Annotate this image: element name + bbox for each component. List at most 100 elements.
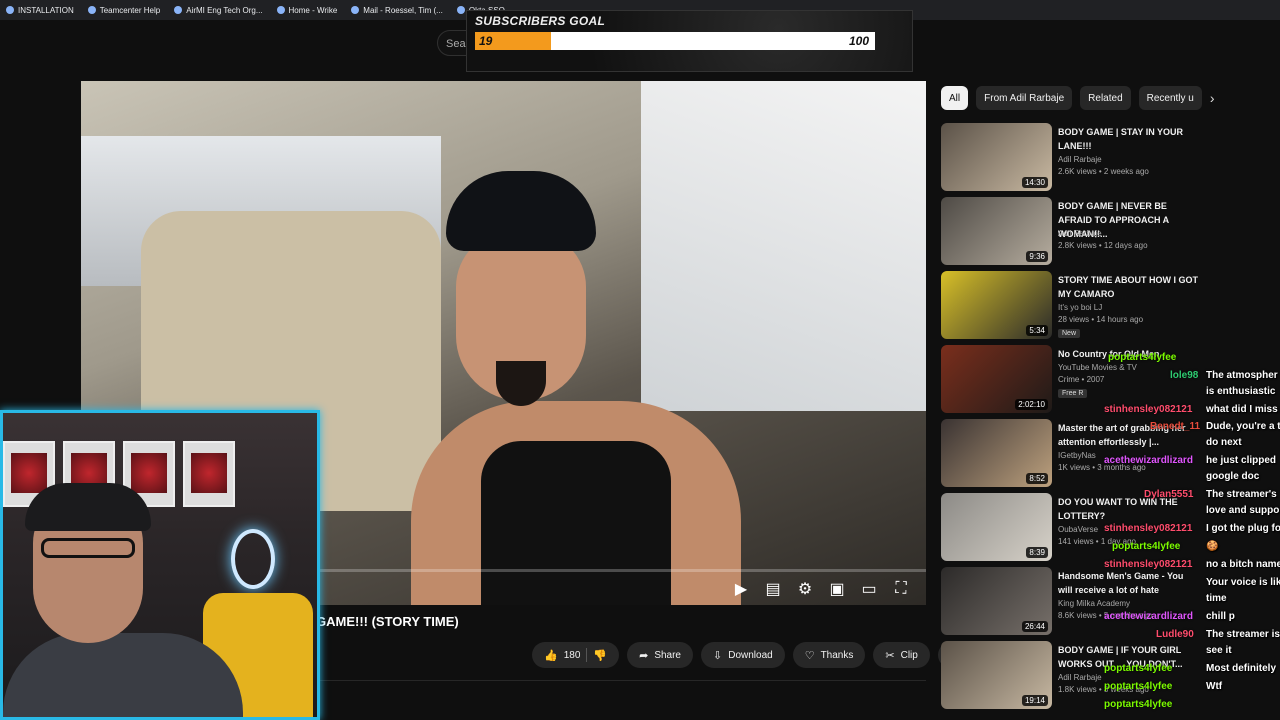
like-dislike-group: 👍 180 👎 — [532, 642, 620, 668]
chat-message: love and suppo — [1206, 505, 1280, 516]
video-thumbnail[interactable]: 26:44 — [941, 567, 1052, 635]
chat-username: poptarts4lyfee — [1104, 663, 1173, 674]
settings-gear-icon[interactable]: ⚙ — [796, 579, 814, 599]
streamer-hoodie — [3, 633, 243, 717]
thumbs-up-icon[interactable]: 👍 — [544, 649, 558, 662]
chat-username: Ludle90 — [1156, 629, 1194, 640]
recommendation-item[interactable]: 14:30 BODY GAME | STAY IN YOUR LANE!!! Adi… — [941, 123, 1201, 193]
check-icon — [276, 6, 285, 14]
like-count[interactable]: 180 — [564, 650, 581, 661]
chip-1[interactable]: From Adil Rarbaje — [976, 86, 1073, 110]
duration-badge: 2:02:10 — [1015, 399, 1048, 410]
chat-username: Benedt_11 — [1150, 421, 1201, 432]
thanks-heart-icon: ♡ — [804, 649, 815, 662]
download-label: Download — [728, 649, 773, 661]
chat-message: Your voice is lik — [1206, 577, 1280, 588]
bookmark-item[interactable]: Mail - Roessel, Tim (... — [351, 6, 443, 15]
video-badge: Free R — [1058, 389, 1088, 398]
grid-icon — [6, 6, 14, 14]
chat-message: The streamer is — [1206, 629, 1280, 640]
chip-0[interactable]: All — [941, 86, 969, 110]
chat-username: poptarts4lyfee — [1112, 541, 1181, 552]
miniplayer-icon[interactable]: ▣ — [828, 579, 846, 599]
bookmark-item[interactable]: AirMI Eng Tech Org... — [174, 6, 263, 15]
chevron-right-icon[interactable]: › — [1210, 90, 1215, 106]
recommendation-item[interactable]: 9:36 BODY GAME | NEVER BE AFRAID TO APPRO… — [941, 197, 1201, 267]
channel-name[interactable]: OubaVerse — [1058, 525, 1098, 534]
chat-overlay: poptarts4lyfee lole98 The atmospher is enth… — [1100, 348, 1280, 720]
chat-message: Dude, you're a t — [1206, 421, 1280, 432]
scissors-icon: ✂ — [885, 649, 895, 662]
thanks-button[interactable]: ♡ Thanks — [792, 642, 866, 668]
duration-badge: 8:39 — [1026, 547, 1048, 558]
channel-name[interactable]: It's yo boi LJ — [1058, 303, 1102, 312]
circle-icon — [456, 6, 465, 14]
duration-badge: 19:14 — [1021, 695, 1048, 706]
duration-badge: 9:36 — [1026, 251, 1048, 262]
chip-3[interactable]: Recently u — [1138, 86, 1202, 110]
recommendation-item[interactable]: 5:34 STORY TIME ABOUT HOW I GOT MY CAMARO… — [941, 271, 1201, 341]
video-thumbnail[interactable]: 5:34 — [941, 271, 1052, 339]
autoplay-toggle-icon[interactable]: ▶ — [732, 579, 750, 599]
video-meta: 2.8K views • 12 days ago — [1058, 241, 1148, 250]
duration-badge: 26:44 — [1021, 621, 1048, 632]
video-thumbnail[interactable]: 14:30 — [941, 123, 1052, 191]
mail-icon — [351, 6, 360, 14]
clip-label: Clip — [900, 649, 918, 661]
chat-username: lole98 — [1170, 370, 1199, 381]
video-thumbnail[interactable]: 8:39 — [941, 493, 1052, 561]
chat-username: Dylan5551 — [1144, 489, 1194, 500]
bookmark-item[interactable]: Teamcenter Help — [87, 5, 161, 15]
globe-icon — [87, 6, 96, 14]
bookmark-item[interactable]: Home - Wrike — [276, 6, 337, 15]
video-meta: Crime • 2007 — [1058, 375, 1105, 384]
bookmark-item[interactable]: INSTALLATION — [6, 6, 74, 15]
download-button[interactable]: ⇩ Download — [701, 642, 785, 668]
chat-message: time — [1206, 593, 1227, 604]
fullscreen-icon[interactable]: ⛶ — [892, 580, 910, 598]
video-thumbnail[interactable]: 9:36 — [941, 197, 1052, 265]
bookmark-label: Teamcenter Help — [99, 5, 161, 15]
chip-2[interactable]: Related — [1080, 86, 1131, 110]
chat-message: chill p — [1206, 611, 1235, 622]
chat-username: poptarts4lyfee — [1108, 352, 1177, 363]
channel-name[interactable]: IGetbyNas — [1058, 451, 1096, 460]
chat-message: is enthusiastic — [1206, 386, 1276, 397]
bookmark-label: INSTALLATION — [18, 5, 74, 15]
video-meta: 28 views • 14 hours ago — [1058, 315, 1144, 324]
chat-message: The atmospher — [1206, 370, 1278, 381]
captions-icon[interactable]: ▤ — [764, 579, 782, 599]
clip-button[interactable]: ✂ Clip — [873, 642, 930, 668]
channel-name[interactable]: Adil Rarbaje — [1058, 155, 1102, 164]
streamer-glasses — [41, 538, 135, 558]
chat-username: stinhensley082121 — [1104, 523, 1193, 534]
link-icon — [174, 6, 183, 14]
video-thumbnail[interactable]: 8:52 — [941, 419, 1052, 487]
video-thumbnail[interactable]: 19:14 — [941, 641, 1052, 709]
search-input[interactable]: Sear — [437, 30, 469, 56]
neon-light-decoration — [231, 529, 275, 589]
thumbs-down-icon[interactable]: 👎 — [593, 649, 607, 662]
chat-message: see it — [1206, 645, 1232, 656]
chat-username: poptarts4lyfee — [1104, 699, 1173, 710]
channel-name[interactable]: Adil Rarbaje — [1058, 673, 1102, 682]
goal-max: 100 — [848, 34, 869, 48]
recommendation-title[interactable]: STORY TIME ABOUT HOW I GOT MY CAMARO — [1058, 273, 1198, 301]
duration-badge: 5:34 — [1026, 325, 1048, 336]
video-meta: 2.6K views • 2 weeks ago — [1058, 167, 1149, 176]
channel-name[interactable]: Adil Rarbaje — [1058, 229, 1102, 238]
chat-message: 🍪 — [1206, 541, 1219, 552]
webcam-overlay — [0, 410, 320, 720]
theater-mode-icon[interactable]: ▭ — [860, 579, 878, 599]
share-button[interactable]: ➦ Share — [627, 642, 693, 668]
chat-message: google doc — [1206, 471, 1260, 482]
video-thumbnail[interactable]: 2:02:10 — [941, 345, 1052, 413]
share-arrow-icon: ➦ — [639, 649, 649, 662]
goal-title: SUBSCRIBERS GOAL — [475, 14, 606, 28]
duration-badge: 14:30 — [1021, 177, 1048, 188]
duration-badge: 8:52 — [1026, 473, 1048, 484]
chat-username: stinhensley082121 — [1104, 404, 1193, 415]
chat-username: acethewizardlizard — [1104, 611, 1193, 622]
video-actions: 👍 180 👎 ➦ Share ⇩ Download ♡ Thanks ✂ Cl… — [532, 642, 964, 668]
recommendation-title[interactable]: BODY GAME | STAY IN YOUR LANE!!! — [1058, 125, 1198, 153]
